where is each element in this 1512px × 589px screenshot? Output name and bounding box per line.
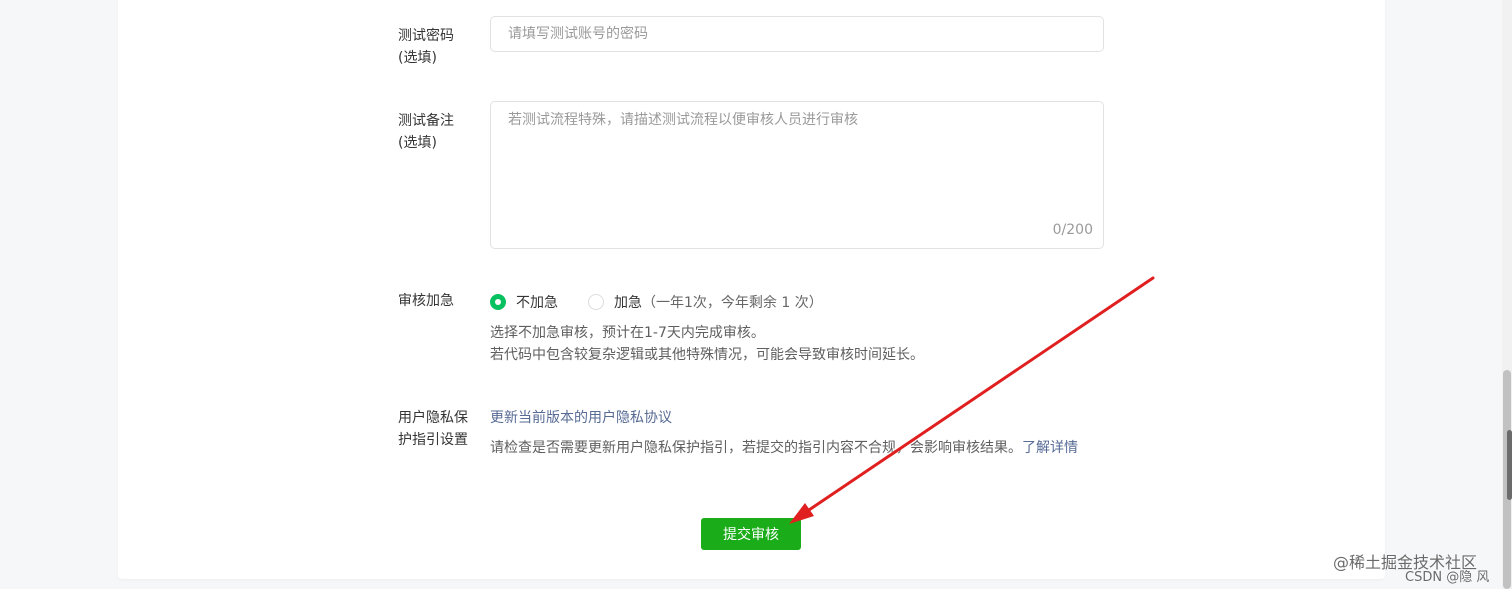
submit-review-button[interactable]: 提交审核 (701, 518, 801, 550)
page: 测试密码 (选填) 测试备注 (选填) 0/200 审核加急 不加急 加急 （一… (0, 0, 1512, 589)
privacy-hint-row: 请检查是否需要更新用户隐私保护指引，若提交的指引内容不合规，会影响审核结果。了解… (490, 437, 1078, 459)
urgency-option-urgent[interactable]: 加急 （一年1次，今年剩余 1 次） (588, 292, 823, 312)
radio-unchecked-icon[interactable] (588, 294, 604, 310)
test-note-textarea[interactable] (491, 102, 1103, 248)
urgency-option-normal[interactable]: 不加急 (490, 292, 558, 312)
test-note-field: 0/200 (490, 101, 1104, 249)
test-password-optional-text: (选填) (398, 50, 437, 66)
test-note-counter: 0/200 (1052, 222, 1093, 238)
page-scrollbar[interactable] (1502, 0, 1512, 589)
test-note-optional-text: (选填) (398, 135, 437, 151)
privacy-update-row: 更新当前版本的用户隐私协议 (490, 407, 672, 429)
test-note-label: 测试备注 (选填) (398, 110, 454, 154)
privacy-label-line-2: 护指引设置 (398, 432, 468, 448)
test-password-label-text: 测试密码 (398, 28, 454, 44)
urgency-hint-1: 选择不加急审核，预计在1-7天内完成审核。 (490, 325, 765, 341)
urgency-option-urgent-label: 加急 (614, 295, 642, 311)
urgency-option-normal-label: 不加急 (516, 295, 558, 311)
watermark-csdn: CSDN @隐 风 (1405, 570, 1490, 585)
urgency-hint-2: 若代码中包含较复杂逻辑或其他特殊情况，可能会导致审核时间延长。 (490, 347, 924, 363)
test-note-label-text: 测试备注 (398, 113, 454, 129)
urgency-option-urgent-quota: （一年1次，今年剩余 1 次） (642, 295, 823, 311)
scrollbar-handle[interactable] (1507, 430, 1512, 500)
privacy-detail-link[interactable]: 了解详情 (1022, 440, 1078, 456)
urgency-label: 审核加急 (398, 293, 454, 309)
test-password-input[interactable] (490, 16, 1104, 52)
urgency-radio-group: 不加急 加急 （一年1次，今年剩余 1 次） (490, 291, 823, 313)
test-password-label: 测试密码 (选填) (398, 25, 454, 69)
radio-checked-icon[interactable] (490, 294, 506, 310)
privacy-label-line-1: 用户隐私保 (398, 410, 468, 426)
form-card (118, 0, 1385, 579)
privacy-hint-text: 请检查是否需要更新用户隐私保护指引，若提交的指引内容不合规，会影响审核结果。 (490, 440, 1022, 456)
privacy-update-link[interactable]: 更新当前版本的用户隐私协议 (490, 410, 672, 426)
privacy-label: 用户隐私保 护指引设置 (398, 407, 468, 451)
